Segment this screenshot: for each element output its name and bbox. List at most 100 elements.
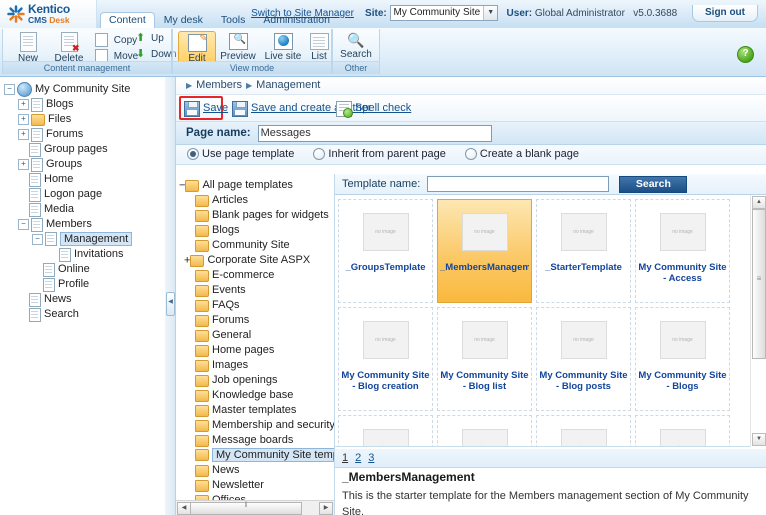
page-link-2[interactable]: 2: [355, 452, 361, 464]
category-node[interactable]: News: [179, 463, 334, 478]
category-node[interactable]: Images: [179, 358, 334, 373]
spell-check-link[interactable]: Spell check: [355, 102, 411, 114]
template-tile[interactable]: no image: [338, 415, 433, 446]
site-select[interactable]: My Community Site ▼: [389, 5, 499, 22]
template-tile[interactable]: no image: [437, 415, 532, 446]
tree-node-invitations[interactable]: Invitations: [4, 247, 165, 262]
tree-node-home[interactable]: Home: [4, 172, 165, 187]
category-node[interactable]: Knowledge base: [179, 388, 334, 403]
splitter-collapse-handle[interactable]: [166, 292, 175, 316]
category-node-root[interactable]: − All page templates: [179, 178, 334, 193]
template-tile[interactable]: no image My Community Site - Blog posts: [536, 307, 631, 411]
down-button[interactable]: ⬇ Down: [136, 49, 177, 61]
tree-node-logon-page[interactable]: Logon page: [4, 187, 165, 202]
category-node[interactable]: Newsletter: [179, 478, 334, 493]
expand-toggle-icon[interactable]: +: [18, 114, 29, 125]
list-button[interactable]: List: [304, 33, 334, 62]
live-site-button[interactable]: Live site: [261, 33, 305, 62]
tree-node-search[interactable]: Search: [4, 307, 165, 322]
template-tile[interactable]: no image My Community Site - Blog list: [437, 307, 532, 411]
template-search-button[interactable]: Search: [619, 175, 688, 193]
save-action[interactable]: Save: [184, 100, 228, 117]
collapse-toggle-icon[interactable]: −: [4, 84, 15, 95]
collapse-toggle-icon[interactable]: −: [32, 233, 43, 245]
category-node-expandable[interactable]: + Corporate Site ASPX: [179, 253, 334, 268]
category-node[interactable]: General: [179, 328, 334, 343]
category-node[interactable]: Events: [179, 283, 334, 298]
category-node[interactable]: Master templates: [179, 403, 334, 418]
new-button[interactable]: New: [9, 32, 47, 64]
radio-inherit-from-parent[interactable]: Inherit from parent page: [313, 145, 446, 164]
expand-toggle-icon[interactable]: +: [18, 159, 29, 170]
tree-node-forums[interactable]: + Forums: [4, 127, 165, 142]
tree-node-news[interactable]: News: [4, 292, 165, 307]
category-node[interactable]: Blank pages for widgets: [179, 208, 334, 223]
category-node[interactable]: Articles: [179, 193, 334, 208]
category-node[interactable]: E-commerce: [179, 268, 334, 283]
up-button[interactable]: ⬆ Up: [136, 33, 164, 45]
tree-node-members[interactable]: − Members: [4, 217, 165, 232]
category-node[interactable]: Job openings: [179, 373, 334, 388]
tree-node-groups[interactable]: + Groups: [4, 157, 165, 172]
category-node[interactable]: Forums: [179, 313, 334, 328]
scroll-left-arrow-icon[interactable]: ◀: [177, 502, 191, 515]
page-link-1[interactable]: 1: [342, 452, 348, 464]
save-link[interactable]: Save: [203, 102, 228, 114]
category-node[interactable]: Home pages: [179, 343, 334, 358]
template-tile[interactable]: no image My Community Site - Blog creati…: [338, 307, 433, 411]
spell-check-action[interactable]: Spell check: [336, 100, 411, 118]
category-node[interactable]: Community Site: [179, 238, 334, 253]
tab-tools[interactable]: Tools: [212, 12, 255, 28]
collapse-toggle-icon[interactable]: −: [18, 219, 29, 230]
tree-node-profile[interactable]: Profile: [4, 277, 165, 292]
template-tile[interactable]: no image: [635, 415, 730, 446]
panel-splitter[interactable]: [165, 77, 176, 515]
template-grid-scrollbar[interactable]: ▲ ▼: [750, 195, 766, 447]
radio-icon-off[interactable]: [464, 148, 477, 161]
expand-toggle-icon[interactable]: +: [18, 99, 29, 110]
chevron-down-icon[interactable]: ▼: [483, 6, 498, 21]
breadcrumb-item-management[interactable]: Management: [256, 79, 320, 91]
tab-content[interactable]: Content: [100, 12, 155, 29]
tree-node-management[interactable]: − Management: [4, 232, 165, 247]
template-tile[interactable]: no image: [536, 415, 631, 446]
scroll-up-arrow-icon[interactable]: ▲: [752, 196, 766, 209]
copy-button[interactable]: Copy: [95, 33, 137, 47]
tree-node-group-pages[interactable]: Group pages: [4, 142, 165, 157]
tree-node-root[interactable]: − My Community Site: [4, 82, 165, 97]
template-name-input[interactable]: [427, 176, 610, 193]
radio-icon-on[interactable]: [187, 148, 199, 161]
page-name-input[interactable]: [257, 124, 492, 142]
tab-my-desk[interactable]: My desk: [155, 12, 212, 28]
radio-icon-off[interactable]: [313, 148, 326, 161]
tree-node-files[interactable]: + Files: [4, 112, 165, 127]
scrollbar-thumb[interactable]: [190, 502, 302, 515]
category-node[interactable]: FAQs: [179, 298, 334, 313]
template-tile-selected[interactable]: no image _MembersManagement: [437, 199, 532, 303]
radio-create-blank-page[interactable]: Create a blank page: [464, 145, 579, 164]
delete-button[interactable]: ✖ Delete: [47, 32, 91, 64]
expand-toggle-icon[interactable]: +: [18, 129, 29, 140]
scrollbar-thumb[interactable]: [752, 209, 766, 359]
sign-out-button[interactable]: Sign out: [692, 4, 758, 22]
tree-node-online[interactable]: Online: [4, 262, 165, 277]
switch-to-site-manager-link[interactable]: Switch to Site Manager: [251, 8, 354, 19]
edit-button[interactable]: ✎ Edit: [178, 31, 216, 65]
category-node-selected[interactable]: My Community Site templates: [179, 448, 334, 463]
category-horizontal-scrollbar[interactable]: ◀ ▶: [176, 500, 334, 515]
scroll-down-arrow-icon[interactable]: ▼: [752, 433, 766, 446]
category-node[interactable]: Membership and security: [179, 418, 334, 433]
category-node[interactable]: Blogs: [179, 223, 334, 238]
template-tile[interactable]: no image My Community Site - Blogs: [635, 307, 730, 411]
breadcrumb-item-members[interactable]: Members: [196, 79, 242, 91]
page-link-3[interactable]: 3: [368, 452, 374, 464]
template-tile[interactable]: no image _StarterTemplate: [536, 199, 631, 303]
tree-node-blogs[interactable]: + Blogs: [4, 97, 165, 112]
search-button[interactable]: 🔍 Search: [335, 33, 377, 61]
help-icon[interactable]: ?: [737, 46, 754, 63]
category-node[interactable]: Message boards: [179, 433, 334, 448]
radio-use-page-template[interactable]: Use page template: [187, 145, 294, 164]
preview-button[interactable]: 🔍 Preview: [216, 33, 260, 62]
template-tile[interactable]: no image My Community Site - Access: [635, 199, 730, 303]
template-tile[interactable]: no image _GroupsTemplate: [338, 199, 433, 303]
